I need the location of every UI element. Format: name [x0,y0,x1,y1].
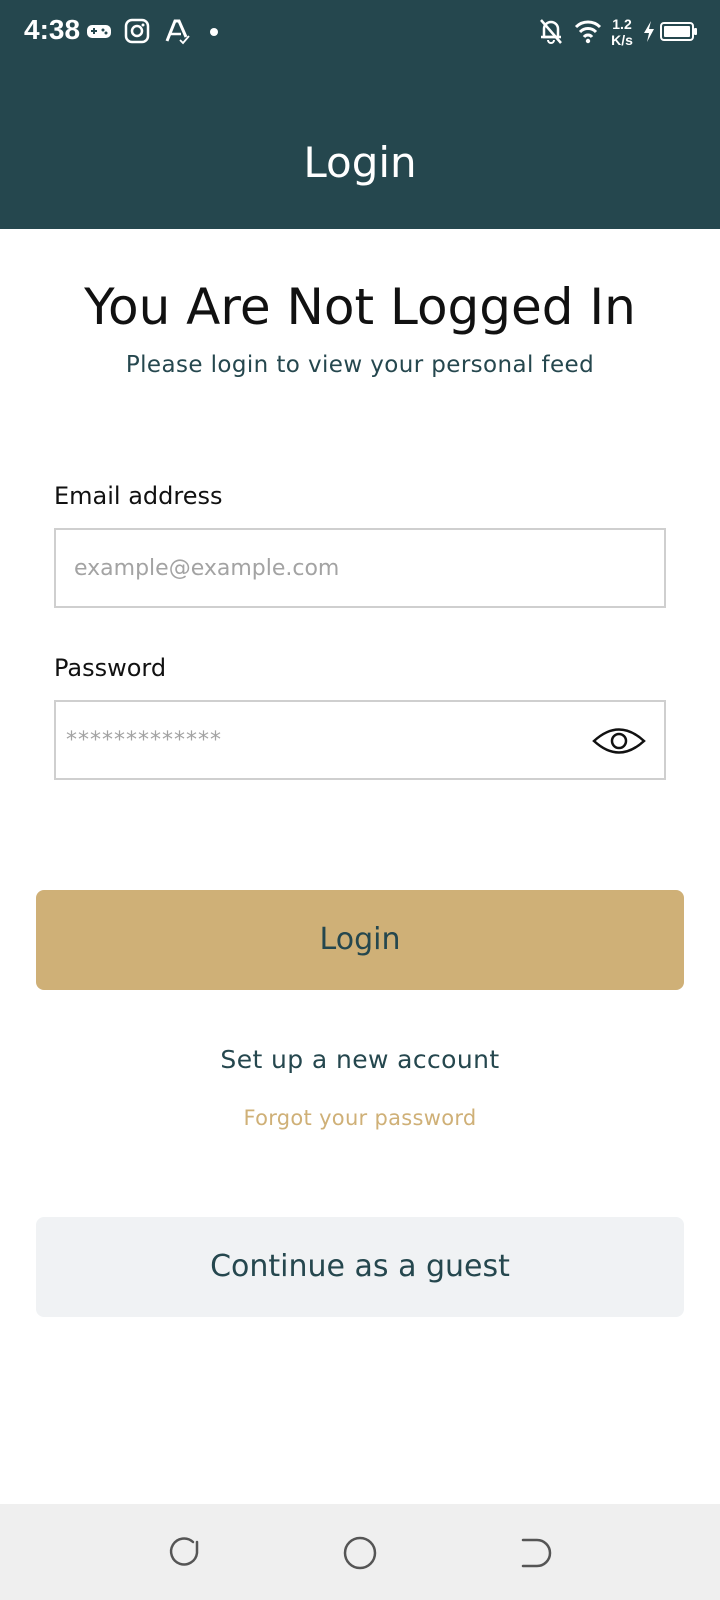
password-field-box[interactable] [54,700,666,780]
wifi-icon [574,20,602,44]
network-speed: 1.2 K/s [606,16,638,48]
email-field[interactable] [74,550,594,586]
font-app-icon [165,19,190,45]
page-title: Login [303,138,417,187]
password-field[interactable] [66,722,586,758]
setup-account-link[interactable]: Set up a new account [0,1045,720,1074]
recent-apps-icon[interactable] [165,1534,203,1572]
app-header: 4:38 1.2 K/s Login [0,0,720,229]
status-time: 4:38 [24,14,81,45]
instagram-icon [124,18,150,44]
email-field-box[interactable] [54,528,666,608]
login-button[interactable]: Login [36,890,684,990]
password-label: Password [54,654,167,682]
email-label: Email address [54,482,223,510]
eye-icon[interactable] [592,724,646,758]
status-bar: 4:38 1.2 K/s [0,0,720,66]
bell-off-icon [540,19,562,44]
notification-dot-icon [210,28,218,36]
not-logged-in-subtitle: Please login to view your personal feed [125,352,595,378]
system-nav-bar [0,1504,720,1600]
network-speed-value: 1.2 [612,16,632,32]
forgot-password-link[interactable]: Forgot your password [0,1106,720,1130]
game-icon [87,25,111,38]
continue-as-guest-button[interactable]: Continue as a guest [36,1217,684,1317]
battery-icon [660,22,697,41]
home-icon[interactable] [341,1534,379,1572]
back-icon[interactable] [517,1534,555,1572]
network-speed-unit: K/s [611,32,633,48]
charging-icon [644,21,654,42]
not-logged-in-title: You Are Not Logged In [84,278,636,336]
